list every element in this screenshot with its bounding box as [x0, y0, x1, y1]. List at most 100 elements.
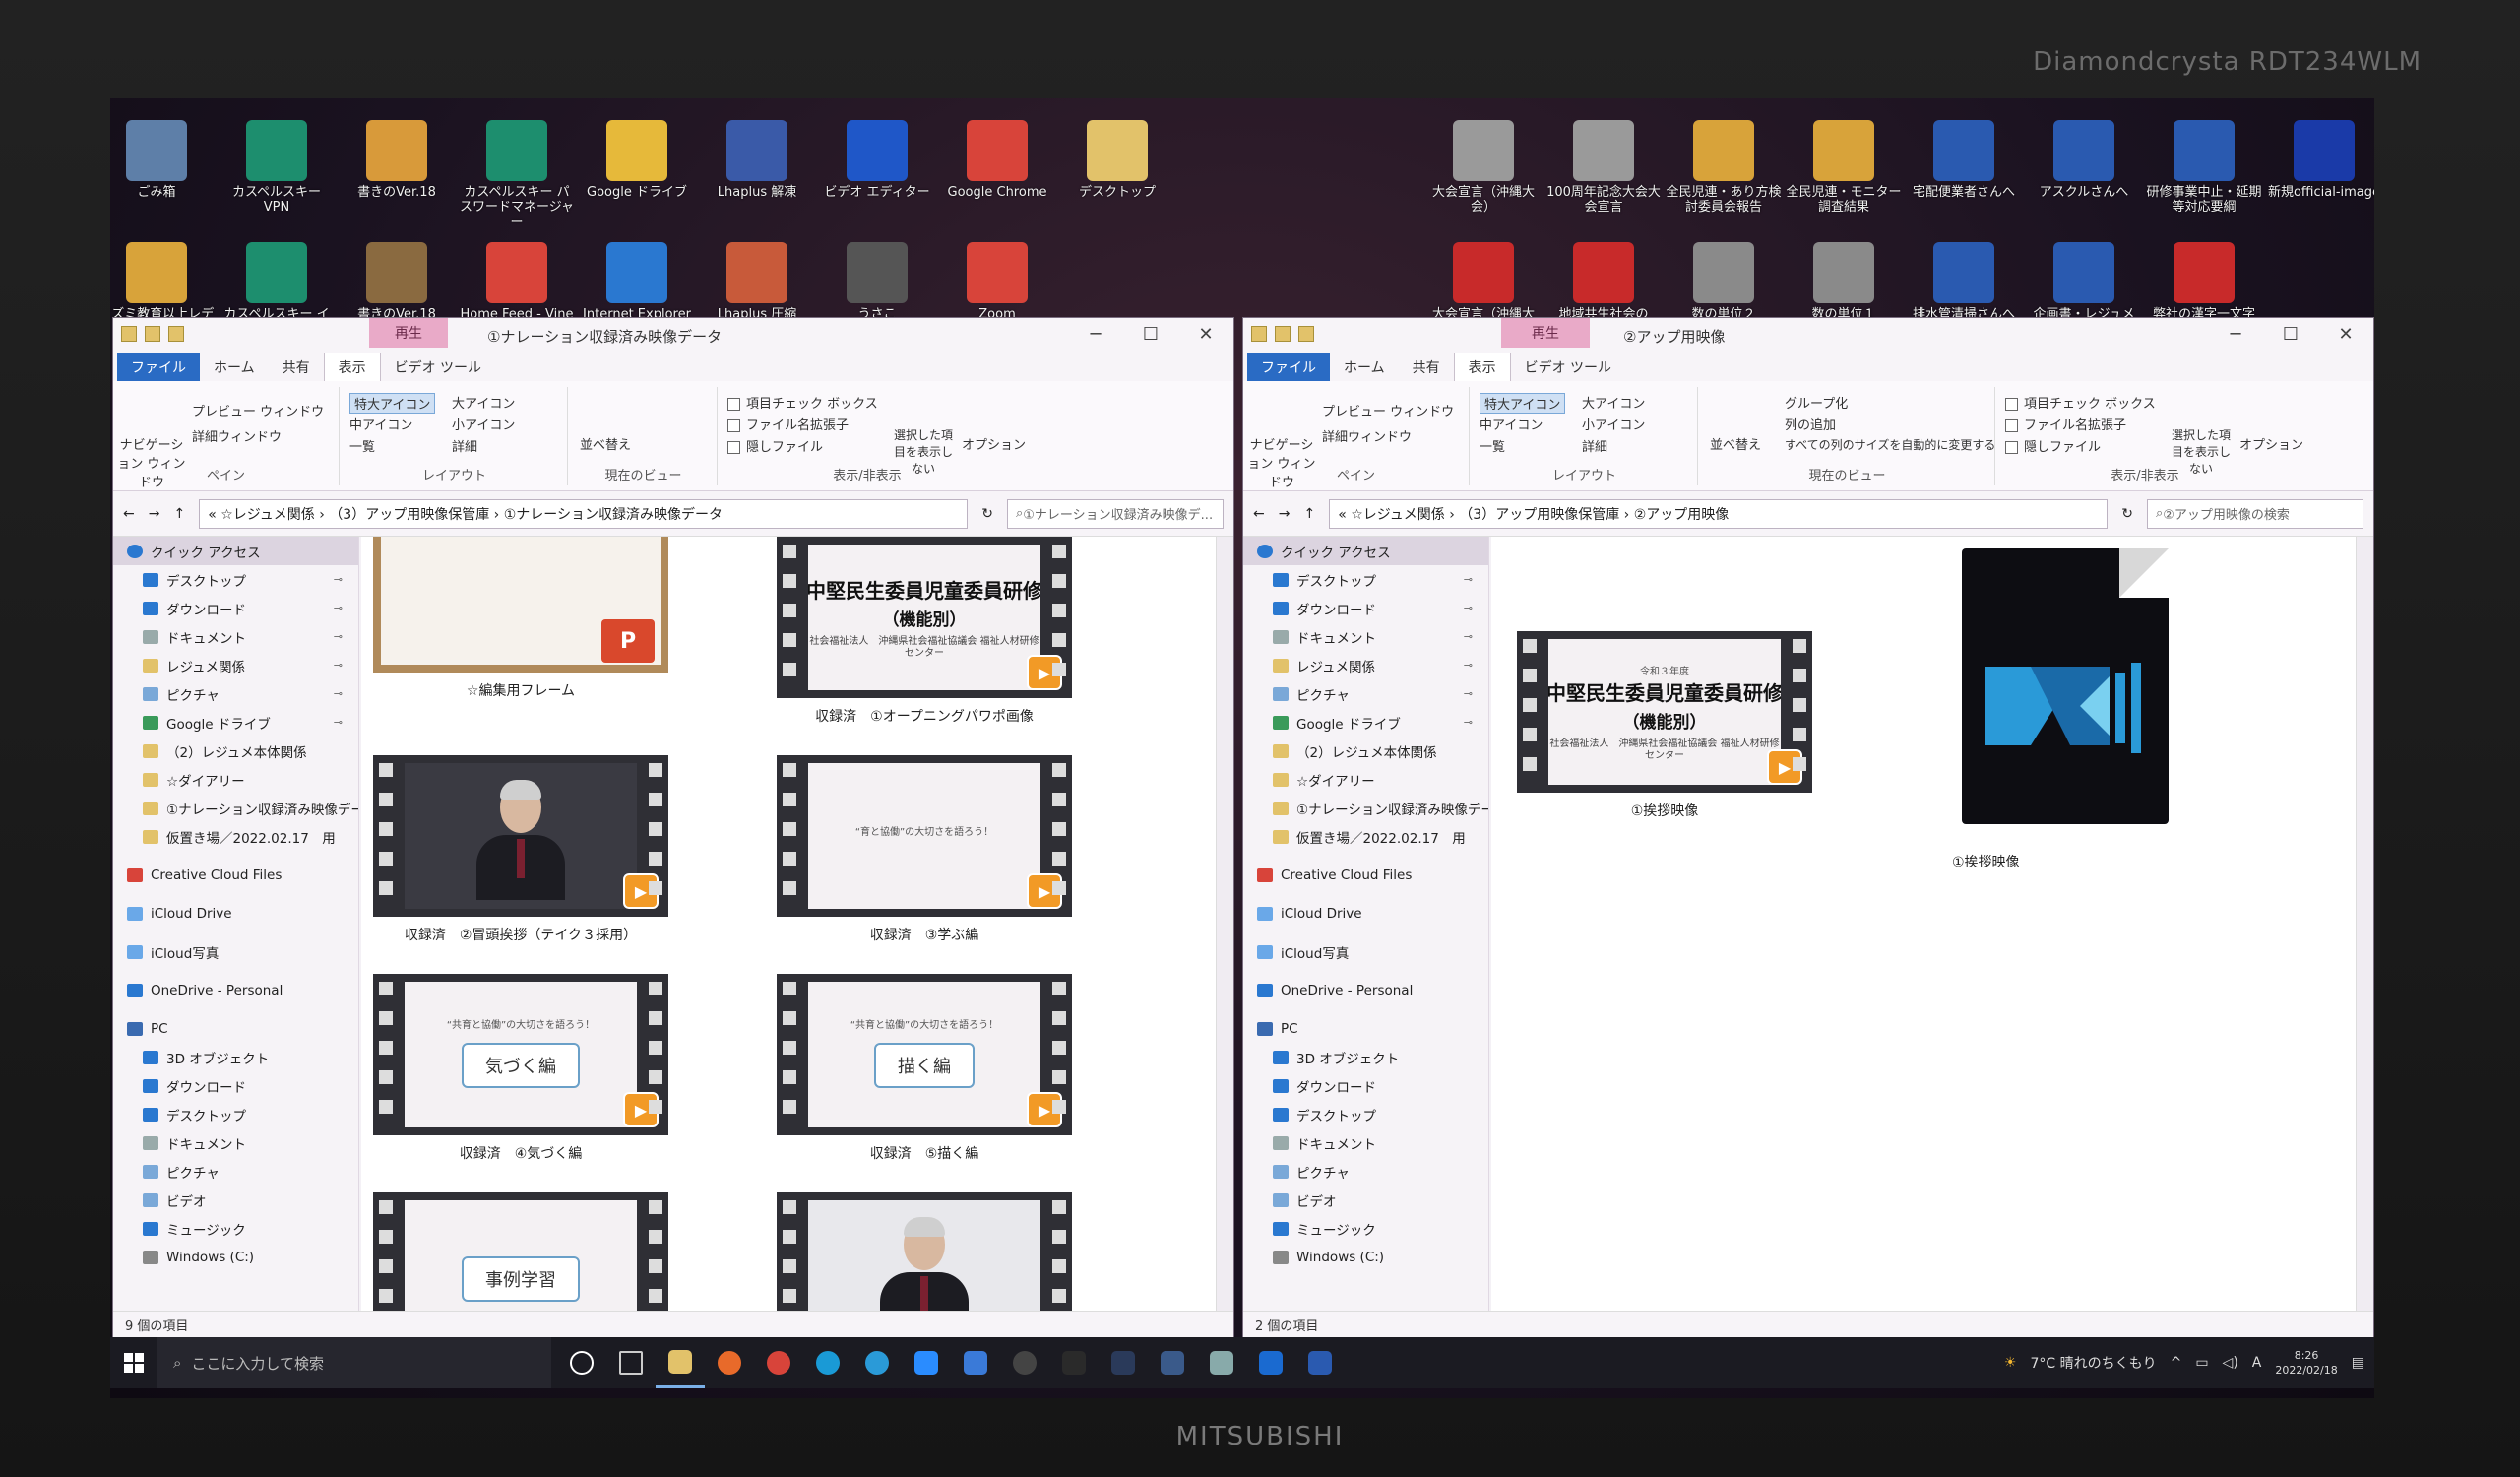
- nav-item[interactable]: ドキュメント ⊸: [113, 622, 358, 651]
- nav-item[interactable]: 仮置き場／2022.02.17 用: [1243, 822, 1488, 851]
- up-icon[interactable]: ↑: [1303, 506, 1315, 522]
- checkbox-option[interactable]: 項目チェック ボックス: [2005, 393, 2156, 412]
- nav-item[interactable]: Windows (C:): [1243, 1243, 1488, 1271]
- desktop-icon[interactable]: デスクトップ: [1059, 118, 1175, 234]
- ribbon-tab[interactable]: ホーム: [1330, 353, 1399, 381]
- desktop-icon[interactable]: カスペルスキー VPN: [219, 118, 335, 234]
- desktop-icon[interactable]: 宅配便業者さんへ: [1906, 118, 2022, 234]
- desktop-icon[interactable]: 大会宣言（沖縄大会）: [1425, 118, 1542, 234]
- preview-pane-button[interactable]: プレビュー ウィンドウ: [1322, 401, 1454, 419]
- taskbar-cortana-icon[interactable]: [557, 1337, 606, 1388]
- desktop-icon[interactable]: 新規official-image: [2266, 118, 2374, 234]
- taskbar-edge-icon[interactable]: [852, 1337, 902, 1388]
- nav-item[interactable]: レジュメ関係 ⊸: [113, 651, 358, 679]
- video-file-tile[interactable]: “共育と協働”の大切さを語ろう！ 気づく編 ▶ 収録済 ④気づく編: [373, 974, 668, 1163]
- nav-item[interactable]: レジュメ関係 ⊸: [1243, 651, 1488, 679]
- checkbox[interactable]: [2005, 398, 2018, 411]
- nav-item[interactable]: ①ナレーション収録済み映像データ: [1243, 794, 1488, 822]
- nav-item[interactable]: デスクトップ ⊸: [113, 565, 358, 594]
- nav-item[interactable]: ピクチャ: [113, 1157, 358, 1186]
- nav-item[interactable]: ドキュメント: [1243, 1128, 1488, 1157]
- video-file-tile[interactable]: 事例学習▶: [373, 1192, 668, 1311]
- nav-item[interactable]: （2）レジュメ本体関係: [113, 737, 358, 765]
- ribbon-tab[interactable]: ファイル: [1247, 353, 1330, 381]
- sort-button[interactable]: 並べ替え: [580, 434, 631, 453]
- nav-item[interactable]: クイック アクセス: [1243, 537, 1488, 565]
- breadcrumb[interactable]: « ☆レジュメ関係 › （3）アップ用映像保管庫 › ②アップ用映像: [1329, 498, 2109, 529]
- frame-file-tile[interactable]: P ☆編集用フレーム: [373, 537, 668, 700]
- nav-item[interactable]: PC: [1243, 1014, 1488, 1043]
- nav-item[interactable]: PC: [113, 1014, 358, 1043]
- weather-text[interactable]: 7°C 晴れのちくもり: [2030, 1353, 2156, 1373]
- search-input[interactable]: ⌕ ①ナレーション収録済み映像デ...: [1007, 498, 1224, 529]
- details-pane-button[interactable]: 詳細ウィンドウ: [192, 426, 282, 445]
- details-pane-button[interactable]: 詳細ウィンドウ: [1322, 426, 1412, 445]
- taskbar-word-icon[interactable]: [1295, 1337, 1345, 1388]
- nav-item[interactable]: Google ドライブ ⊸: [1243, 708, 1488, 737]
- nav-item[interactable]: ①ナレーション収録済み映像データ: [113, 794, 358, 822]
- taskbar-firefox-icon[interactable]: [705, 1337, 754, 1388]
- desktop-icon[interactable]: Google Chrome: [939, 118, 1055, 234]
- ribbon-tab[interactable]: ビデオ ツール: [381, 353, 495, 381]
- ribbon-tab[interactable]: ビデオ ツール: [1511, 353, 1625, 381]
- minimize-icon[interactable]: ─: [1068, 318, 1123, 350]
- desktop-icon[interactable]: 研修事業中止・延期等対応要綱: [2146, 118, 2262, 234]
- preview-pane-button[interactable]: プレビュー ウィンドウ: [192, 401, 324, 419]
- video-file-tile[interactable]: 中堅民生委員児童委員研修 （機能別） 社会福祉法人 沖縄県社会福祉協議会 福祉人材研…: [777, 537, 1072, 726]
- forward-icon[interactable]: →: [1279, 506, 1291, 522]
- nav-item[interactable]: クイック アクセス: [113, 537, 358, 565]
- volume-icon[interactable]: ◁): [2223, 1355, 2238, 1371]
- chevron-up-icon[interactable]: ^: [2171, 1355, 2182, 1371]
- nav-item[interactable]: ピクチャ: [1243, 1157, 1488, 1186]
- ribbon-tab[interactable]: 表示: [323, 353, 381, 381]
- layout-option[interactable]: 小アイコン: [452, 415, 515, 433]
- layout-option[interactable]: 中アイコン: [1480, 415, 1543, 433]
- checkbox[interactable]: [2005, 419, 2018, 432]
- checkbox-option[interactable]: ファイル名拡張子: [727, 415, 849, 433]
- taskbar-word-video-icon[interactable]: [951, 1337, 1000, 1388]
- nav-item[interactable]: ミュージック: [113, 1214, 358, 1243]
- layout-option[interactable]: 一覧: [349, 436, 375, 455]
- nav-item[interactable]: iCloud Drive: [1243, 899, 1488, 928]
- desktop-icon[interactable]: Google ドライブ: [579, 118, 695, 234]
- nav-item[interactable]: ダウンロード ⊸: [1243, 594, 1488, 622]
- scrollbar[interactable]: [2356, 537, 2373, 1311]
- fit-columns-button[interactable]: すべての列のサイズを自動的に変更する: [1785, 436, 1995, 453]
- layout-option[interactable]: 詳細: [452, 436, 477, 455]
- back-icon[interactable]: ←: [123, 506, 135, 522]
- ribbon-tab[interactable]: 表示: [1453, 353, 1511, 381]
- nav-item[interactable]: デスクトップ: [113, 1100, 358, 1128]
- nav-item[interactable]: ☆ダイアリー: [1243, 765, 1488, 794]
- search-input[interactable]: ⌕ ②アップ用映像の検索: [2147, 498, 2363, 529]
- nav-item[interactable]: iCloud Drive: [113, 899, 358, 928]
- nav-item[interactable]: ☆ダイアリー: [113, 765, 358, 794]
- options-button[interactable]: オプション: [2239, 434, 2303, 453]
- layout-option[interactable]: 小アイコン: [1582, 415, 1645, 433]
- nav-item[interactable]: ビデオ: [1243, 1186, 1488, 1214]
- video-file-tile[interactable]: “育と協働”の大切さを語ろう！ ▶ 収録済 ③学ぶ編: [777, 755, 1072, 944]
- ribbon-tab[interactable]: ホーム: [200, 353, 269, 381]
- checkbox[interactable]: [727, 419, 740, 432]
- desktop-icon[interactable]: 100周年記念大会大会宣言: [1545, 118, 1662, 234]
- nav-item[interactable]: ピクチャ ⊸: [113, 679, 358, 708]
- breadcrumb[interactable]: « ☆レジュメ関係 › （3）アップ用映像保管庫 › ①ナレーション収録済み映像…: [199, 498, 969, 529]
- ribbon-tab[interactable]: 共有: [269, 353, 324, 381]
- checkbox[interactable]: [727, 398, 740, 411]
- refresh-icon[interactable]: ↻: [981, 506, 993, 522]
- scrollbar[interactable]: [1216, 537, 1233, 1311]
- weather-icon[interactable]: ☀: [2004, 1355, 2017, 1371]
- sort-button[interactable]: 並べ替え: [1710, 434, 1761, 453]
- taskbar-chrome-icon[interactable]: [754, 1337, 803, 1388]
- clock[interactable]: 8:26 2022/02/18: [2275, 1348, 2337, 1378]
- nav-item[interactable]: iCloud写真: [1243, 937, 1488, 966]
- layout-option[interactable]: 一覧: [1480, 436, 1505, 455]
- context-tab-play[interactable]: 再生: [369, 318, 448, 348]
- ribbon-tab[interactable]: ファイル: [117, 353, 200, 381]
- layout-option[interactable]: 大アイコン: [452, 393, 515, 412]
- nav-item[interactable]: 3D オブジェクト: [113, 1043, 358, 1071]
- layout-option[interactable]: 特大アイコン: [349, 393, 436, 414]
- maximize-icon[interactable]: ☐: [1123, 318, 1178, 350]
- desktop-icon[interactable]: ごみ箱: [110, 118, 215, 234]
- nav-item[interactable]: Windows (C:): [113, 1243, 358, 1271]
- taskbar-app1-icon[interactable]: [1099, 1337, 1148, 1388]
